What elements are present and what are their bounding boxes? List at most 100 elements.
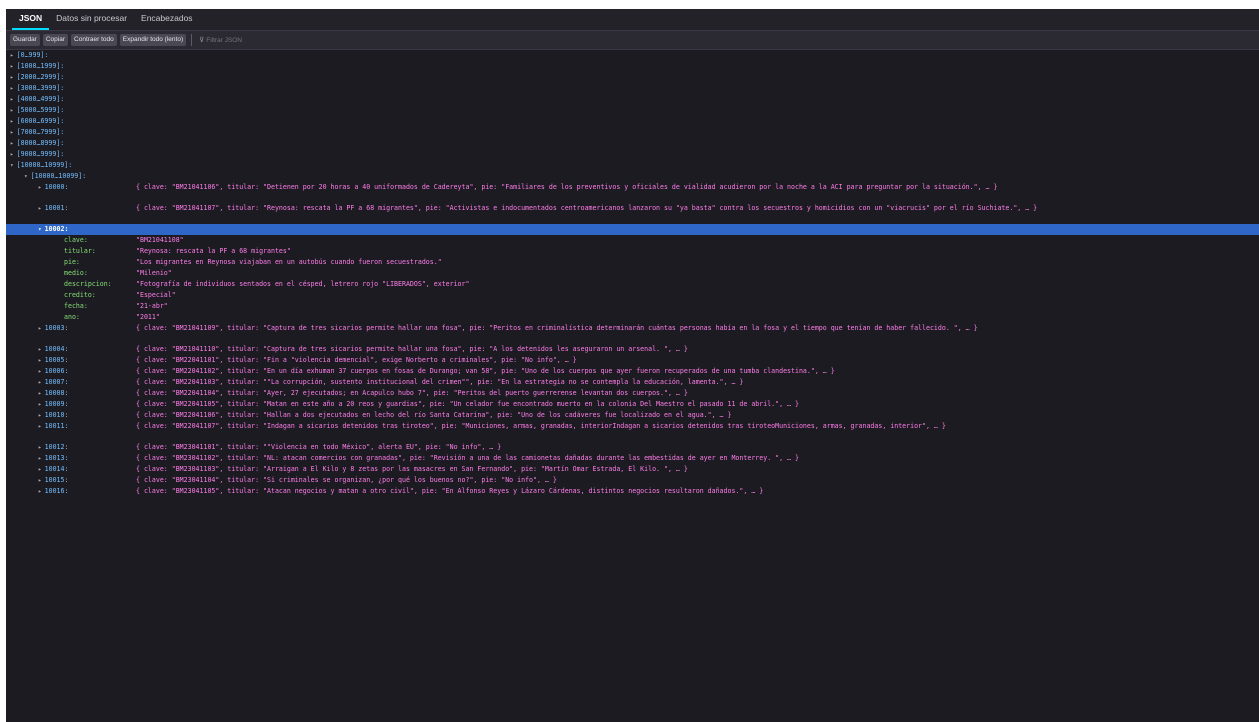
tree-key[interactable]: ▸ 10010: xyxy=(38,410,68,421)
tree-row-property[interactable]: ano: "2011" xyxy=(6,312,1259,323)
collapsed-twisty-icon[interactable]: ▸ xyxy=(38,379,42,386)
tree-key[interactable]: ▸ 10008: xyxy=(38,388,68,399)
tree-key[interactable]: ▸ 10004: xyxy=(38,344,68,355)
tree-row-range[interactable]: ▸ [0…999]: xyxy=(6,50,1259,61)
tree-key[interactable]: ▸ 10013: xyxy=(38,453,68,464)
collapse-all-button[interactable]: Contraer todo xyxy=(71,34,117,46)
tree-key[interactable]: ▸ 10016: xyxy=(38,486,68,497)
tree-key[interactable]: ▾ [10000…10999]: xyxy=(10,160,72,171)
tree-row-item[interactable]: ▸ 10015: { clave: "BM23041104", titular: "… xyxy=(6,475,1259,486)
collapsed-twisty-icon[interactable]: ▸ xyxy=(38,390,42,397)
collapsed-twisty-icon[interactable]: ▸ xyxy=(10,129,14,136)
tree-key[interactable]: ▸ [4000…4999]: xyxy=(10,94,64,105)
tree-row-item[interactable]: ▸ 10007: { clave: "BM22041103", titular: "… xyxy=(6,377,1259,388)
filter-box[interactable]: ⊽ xyxy=(199,34,327,46)
collapsed-twisty-icon[interactable]: ▸ xyxy=(10,107,14,114)
tree-key[interactable]: ▾ [10000…10099]: xyxy=(24,171,86,182)
tree-key[interactable]: ▸ 10011: xyxy=(38,421,68,432)
tree-row-item[interactable]: ▸ 10003: { clave: "BM21041109", titular: "… xyxy=(6,323,1259,344)
tree-key[interactable]: ▸ [2000…2999]: xyxy=(10,72,64,83)
save-button[interactable]: Guardar xyxy=(10,34,40,46)
collapsed-twisty-icon[interactable]: ▸ xyxy=(10,96,14,103)
tree-key[interactable]: ▸ [8000…8999]: xyxy=(10,138,64,149)
tab-json[interactable]: JSON xyxy=(12,11,50,30)
tree-key[interactable]: ▸ 10007: xyxy=(38,377,68,388)
tree-row-item[interactable]: ▸ 10006: { clave: "BM22041102", titular: "… xyxy=(6,366,1259,377)
tree-row-item[interactable]: ▸ 10014: { clave: "BM23041103", titular: "… xyxy=(6,464,1259,475)
collapsed-twisty-icon[interactable]: ▸ xyxy=(10,151,14,158)
collapsed-twisty-icon[interactable]: ▸ xyxy=(10,74,14,81)
tree-key[interactable]: ▸ [7000…7999]: xyxy=(10,127,64,138)
tree-row-property[interactable]: clave: "BM21041108" xyxy=(6,235,1259,246)
tree-row-subrange-open[interactable]: ▾ [10000…10099]: xyxy=(6,171,1259,182)
collapsed-twisty-icon[interactable]: ▸ xyxy=(38,488,42,495)
tree-row-range[interactable]: ▸ [1000…1999]: xyxy=(6,61,1259,72)
tree-key[interactable]: ▸ [1000…1999]: xyxy=(10,61,64,72)
tree-key[interactable]: ▸ 10012: xyxy=(38,442,68,453)
collapsed-twisty-icon[interactable]: ▸ xyxy=(38,466,42,473)
tree-key[interactable]: ▸ [5000…5999]: xyxy=(10,105,64,116)
tree-row-property[interactable]: titular: "Reynosa: rescata la PF a 68 mig… xyxy=(6,246,1259,257)
tree-key[interactable]: ▸ [9000…9999]: xyxy=(10,149,64,160)
tree-row-range[interactable]: ▸ [2000…2999]: xyxy=(6,72,1259,83)
tree-row-item[interactable]: ▸ 10010: { clave: "BM22041106", titular: "… xyxy=(6,410,1259,421)
tree-row-property[interactable]: credito: "Especial" xyxy=(6,290,1259,301)
tree-row-item-selected[interactable]: ▾ 10002: xyxy=(6,224,1259,235)
copy-button[interactable]: Copiar xyxy=(42,34,69,46)
tree-key[interactable]: ▾ 10002: xyxy=(38,224,68,235)
tab-raw-data[interactable]: Datos sin procesar xyxy=(49,11,134,30)
collapsed-twisty-icon[interactable]: ▸ xyxy=(38,205,42,212)
tree-row-item[interactable]: ▸ 10000: { clave: "BM21041106", titular: "… xyxy=(6,182,1259,203)
filter-json-input[interactable] xyxy=(206,34,327,46)
expanded-twisty-icon[interactable]: ▾ xyxy=(38,226,42,233)
tree-row-range-open[interactable]: ▾ [10000…10999]: xyxy=(6,160,1259,171)
tree-key[interactable]: ▸ [0…999]: xyxy=(10,50,48,61)
tree-key[interactable]: ▸ 10009: xyxy=(38,399,68,410)
tree-key[interactable]: ▸ [6000…6999]: xyxy=(10,116,64,127)
tree-row-range[interactable]: ▸ [7000…7999]: xyxy=(6,127,1259,138)
tree-row-range[interactable]: ▸ [3000…3999]: xyxy=(6,83,1259,94)
tab-headers[interactable]: Encabezados xyxy=(134,11,200,30)
collapsed-twisty-icon[interactable]: ▸ xyxy=(38,412,42,419)
collapsed-twisty-icon[interactable]: ▸ xyxy=(38,184,42,191)
tree-key[interactable]: ▸ 10003: xyxy=(38,323,68,334)
tree-row-range[interactable]: ▸ [5000…5999]: xyxy=(6,105,1259,116)
tree-row-range[interactable]: ▸ [4000…4999]: xyxy=(6,94,1259,105)
tree-key[interactable]: ▸ 10001: xyxy=(38,203,68,214)
collapsed-twisty-icon[interactable]: ▸ xyxy=(38,401,42,408)
collapsed-twisty-icon[interactable]: ▸ xyxy=(38,346,42,353)
tree-row-range[interactable]: ▸ [9000…9999]: xyxy=(6,149,1259,160)
tree-row-item[interactable]: ▸ 10016: { clave: "BM23041105", titular: "… xyxy=(6,486,1259,497)
tree-row-item[interactable]: ▸ 10013: { clave: "BM23041102", titular: "… xyxy=(6,453,1259,464)
tree-row-property[interactable]: descripcion: "Fotografía de individuos se… xyxy=(6,279,1259,290)
tree-row-item[interactable]: ▸ 10009: { clave: "BM22041105", titular: "… xyxy=(6,399,1259,410)
expand-all-button[interactable]: Expandir todo (lento) xyxy=(119,34,187,46)
collapsed-twisty-icon[interactable]: ▸ xyxy=(38,325,42,332)
tree-row-property[interactable]: fecha: "21-abr" xyxy=(6,301,1259,312)
tree-row-property[interactable]: medio: "Milenio" xyxy=(6,268,1259,279)
tree-row-item[interactable]: ▸ 10001: { clave: "BM21041107", titular: "… xyxy=(6,203,1259,224)
tree-key[interactable]: ▸ 10006: xyxy=(38,366,68,377)
expanded-twisty-icon[interactable]: ▾ xyxy=(24,173,28,180)
collapsed-twisty-icon[interactable]: ▸ xyxy=(38,423,42,430)
collapsed-twisty-icon[interactable]: ▸ xyxy=(10,52,14,59)
tree-row-item[interactable]: ▸ 10005: { clave: "BM22041101", titular: "… xyxy=(6,355,1259,366)
tree-row-range[interactable]: ▸ [8000…8999]: xyxy=(6,138,1259,149)
tree-row-item[interactable]: ▸ 10004: { clave: "BM21041110", titular: "… xyxy=(6,344,1259,355)
collapsed-twisty-icon[interactable]: ▸ xyxy=(10,118,14,125)
collapsed-twisty-icon[interactable]: ▸ xyxy=(38,444,42,451)
collapsed-twisty-icon[interactable]: ▸ xyxy=(38,455,42,462)
tree-key[interactable]: ▸ [3000…3999]: xyxy=(10,83,64,94)
tree-key[interactable]: ▸ 10000: xyxy=(38,182,68,193)
tree-key[interactable]: ▸ 10015: xyxy=(38,475,68,486)
tree-row-item[interactable]: ▸ 10008: { clave: "BM22041104", titular: "… xyxy=(6,388,1259,399)
tree-key[interactable]: ▸ 10005: xyxy=(38,355,68,366)
collapsed-twisty-icon[interactable]: ▸ xyxy=(38,368,42,375)
tree-key[interactable]: ▸ 10014: xyxy=(38,464,68,475)
collapsed-twisty-icon[interactable]: ▸ xyxy=(38,357,42,364)
tree-row-item[interactable]: ▸ 10012: { clave: "BM23041101", titular: "… xyxy=(6,442,1259,453)
expanded-twisty-icon[interactable]: ▾ xyxy=(10,162,14,169)
collapsed-twisty-icon[interactable]: ▸ xyxy=(10,140,14,147)
collapsed-twisty-icon[interactable]: ▸ xyxy=(38,477,42,484)
tree-row-item[interactable]: ▸ 10011: { clave: "BM22041107", titular: "… xyxy=(6,421,1259,442)
